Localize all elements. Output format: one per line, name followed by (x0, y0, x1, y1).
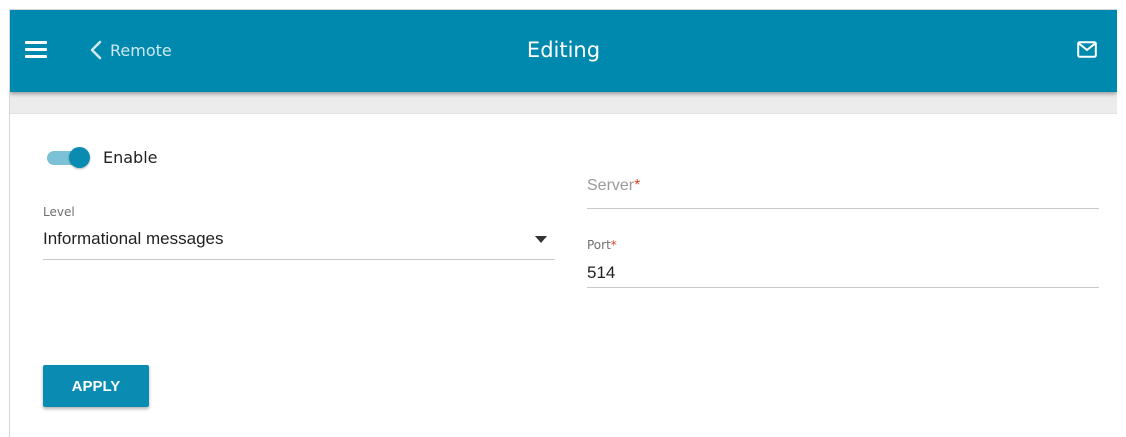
mail-envelope-icon[interactable] (1077, 41, 1097, 58)
chevron-left-icon (90, 40, 102, 60)
level-label: Level (43, 205, 75, 219)
page-title: Editing (526, 38, 601, 62)
server-input[interactable] (587, 176, 1099, 209)
subheader-bar (10, 92, 1117, 114)
page-frame: Remote Editing Enable Level Informationa… (9, 9, 1117, 437)
hamburger-menu-icon[interactable] (25, 41, 47, 59)
enable-label: Enable (103, 147, 158, 167)
enable-toggle-row[interactable]: Enable (45, 144, 158, 170)
port-input[interactable] (587, 255, 1099, 288)
edit-form: Enable Level Informational messages Serv… (10, 114, 1117, 437)
top-header: Remote Editing (10, 10, 1117, 92)
port-label: Port* (587, 238, 617, 252)
toggle-knob (69, 147, 90, 168)
port-label-text: Port (587, 238, 611, 252)
level-select-value: Informational messages (43, 229, 224, 248)
caret-down-icon (535, 236, 547, 243)
port-required-mark: * (610, 238, 617, 252)
enable-toggle[interactable] (45, 144, 93, 170)
back-link[interactable]: Remote (90, 36, 172, 64)
apply-button[interactable]: APPLY (43, 365, 149, 407)
back-link-label: Remote (110, 40, 172, 60)
level-select[interactable]: Informational messages (43, 226, 555, 260)
